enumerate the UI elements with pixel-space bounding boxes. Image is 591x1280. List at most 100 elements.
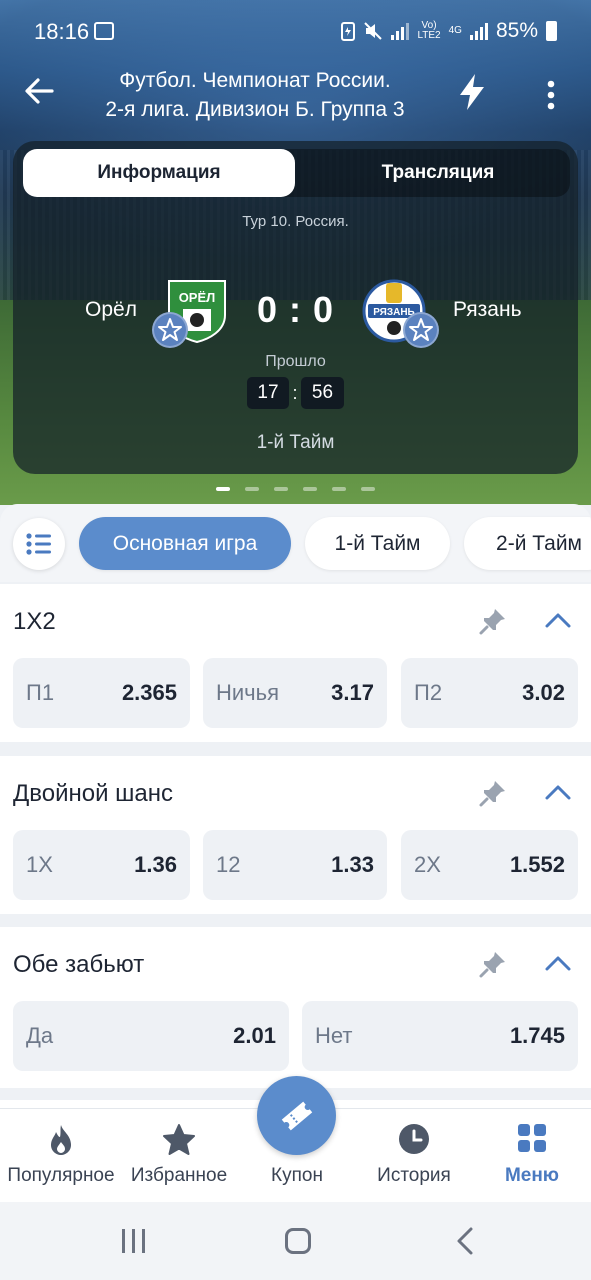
system-back-icon[interactable] — [455, 1226, 475, 1256]
odd-label: 1X — [26, 852, 53, 877]
odd-label: 12 — [216, 852, 241, 877]
odd-button[interactable]: Ничья 3.17 — [203, 658, 387, 728]
odd-button[interactable]: 12 1.33 — [203, 830, 387, 900]
odd-button[interactable]: Нет 1.745 — [302, 1001, 578, 1071]
back-arrow-icon[interactable] — [22, 74, 56, 108]
carousel-dot — [303, 487, 317, 491]
more-vertical-icon[interactable] — [540, 78, 562, 112]
image-icon — [94, 22, 114, 40]
odd-button[interactable]: 2X 1.552 — [401, 830, 578, 900]
pin-icon[interactable] — [478, 606, 508, 636]
chevron-up-icon[interactable] — [543, 780, 573, 804]
title-line-1: Футбол. Чемпионат России. — [119, 69, 391, 92]
carousel-dot — [361, 487, 375, 491]
favorite-home-button[interactable] — [152, 312, 188, 348]
market-list-button[interactable] — [13, 518, 65, 570]
recent-apps-icon[interactable] — [120, 1228, 148, 1254]
odd-value: 2.365 — [121, 680, 177, 705]
odd-value: 1.33 — [331, 852, 374, 877]
status-time: 18:16 — [34, 19, 90, 44]
match-period: 1-й Тайм — [256, 432, 335, 453]
nav-favorites-label: Избранное — [130, 1165, 228, 1186]
ticket-icon — [281, 1101, 313, 1131]
match-card: Информация Трансляция Тур 10. Россия. Ор… — [13, 141, 578, 474]
star-icon — [163, 1124, 195, 1155]
pin-icon[interactable] — [478, 778, 508, 808]
fire-icon — [51, 1125, 71, 1155]
chevron-up-icon[interactable] — [543, 951, 573, 975]
battery-saver-icon — [341, 22, 356, 41]
nav-history[interactable]: История — [355, 1109, 473, 1203]
team-home-name: Орёл — [85, 298, 137, 321]
timer-seconds: 56 — [301, 377, 344, 409]
market-both-score: Обе забьют Да 2.01 Нет 1.745 — [0, 927, 591, 1088]
nav-popular[interactable]: Популярное — [0, 1109, 122, 1203]
top-bar: Футбол. Чемпионат России. 2-я лига. Диви… — [0, 60, 591, 130]
lightning-icon[interactable] — [456, 72, 488, 112]
page-title: Футбол. Чемпионат России. 2-я лига. Диви… — [80, 66, 430, 124]
odd-label: Да — [26, 1023, 54, 1048]
carousel-dot — [274, 487, 288, 491]
info-stream-switch: Информация Трансляция — [23, 149, 570, 197]
tab-information[interactable]: Информация — [23, 149, 295, 197]
carousel-dot — [332, 487, 346, 491]
battery-icon — [546, 21, 557, 41]
system-nav-bar — [0, 1202, 591, 1280]
odd-value: 3.02 — [522, 680, 565, 705]
signal-icon-2 — [469, 22, 488, 40]
list-icon — [26, 533, 51, 555]
filter-first-half[interactable]: 1-й Тайм — [305, 517, 450, 570]
team-away-name: Рязань — [453, 298, 522, 321]
odd-label: П1 — [26, 680, 55, 705]
nav-history-label: История — [377, 1165, 451, 1186]
market-1x2: 1X2 П1 2.365 Ничья 3.17 П2 3.02 — [0, 584, 591, 742]
odd-value: 1.36 — [134, 852, 177, 877]
lte-label: LTE2 — [417, 30, 441, 41]
team-home-logo-text: ОРЁЛ — [179, 290, 216, 305]
odd-label: П2 — [414, 680, 443, 705]
odd-value: 3.17 — [331, 680, 374, 705]
market-title: 1X2 — [13, 608, 56, 635]
odd-value: 1.552 — [509, 852, 565, 877]
odd-button[interactable]: П2 3.02 — [401, 658, 578, 728]
grid-menu-icon — [518, 1124, 546, 1152]
market-title: Двойной шанс — [13, 780, 174, 807]
nav-favorites[interactable]: Избранное — [120, 1109, 238, 1203]
star-outline-icon — [158, 318, 182, 341]
coupon-button[interactable] — [257, 1076, 336, 1155]
favorite-away-button[interactable] — [403, 312, 439, 348]
carousel-dot — [245, 487, 259, 491]
elapsed-label: Прошло — [265, 353, 326, 370]
battery-percent: 85% — [495, 19, 538, 42]
match-header: 18:16 Vo) LTE2 4G 85% Футбол. Чемпионат Р… — [0, 0, 591, 505]
chevron-up-icon[interactable] — [543, 608, 573, 632]
match-round: Тур 10. Россия. — [242, 213, 349, 230]
odd-button[interactable]: 1X 1.36 — [13, 830, 190, 900]
odd-label: 2X — [414, 852, 441, 877]
status-bar: 18:16 Vo) LTE2 4G 85% — [0, 0, 591, 62]
nav-menu[interactable]: Меню — [473, 1109, 591, 1203]
mute-icon — [364, 22, 383, 40]
match-score: 0 : 0 — [256, 289, 335, 330]
odd-button[interactable]: П1 2.365 — [13, 658, 190, 728]
market-title: Обе забьют — [13, 951, 145, 978]
pin-icon[interactable] — [478, 949, 508, 979]
filter-second-half[interactable]: 2-й Тайм — [464, 517, 591, 570]
nav-menu-label: Меню — [504, 1165, 560, 1186]
odd-button[interactable]: Да 2.01 — [13, 1001, 289, 1071]
carousel-dots — [0, 487, 591, 491]
nav-coupon-label: Купон — [271, 1165, 323, 1186]
odd-value: 1.745 — [509, 1023, 565, 1048]
home-icon[interactable] — [285, 1228, 311, 1254]
filter-main-game[interactable]: Основная игра — [79, 517, 291, 570]
market-filters: Основная игра 1-й Тайм 2-й Тайм — [0, 504, 591, 582]
market-double-chance: Двойной шанс 1X 1.36 12 1.33 2X 1.552 — [0, 756, 591, 914]
star-outline-icon — [409, 318, 433, 341]
timer-separator: : — [292, 383, 298, 403]
carousel-dot-active — [216, 487, 230, 491]
markets-panel: Основная игра 1-й Тайм 2-й Тайм 1X2 П1 2.… — [0, 504, 591, 1108]
title-line-2: 2-я лига. Дивизион Б. Группа 3 — [105, 98, 405, 121]
signal-icon — [391, 22, 410, 40]
tab-stream[interactable]: Трансляция — [313, 149, 563, 197]
odd-label: Нет — [315, 1023, 353, 1048]
